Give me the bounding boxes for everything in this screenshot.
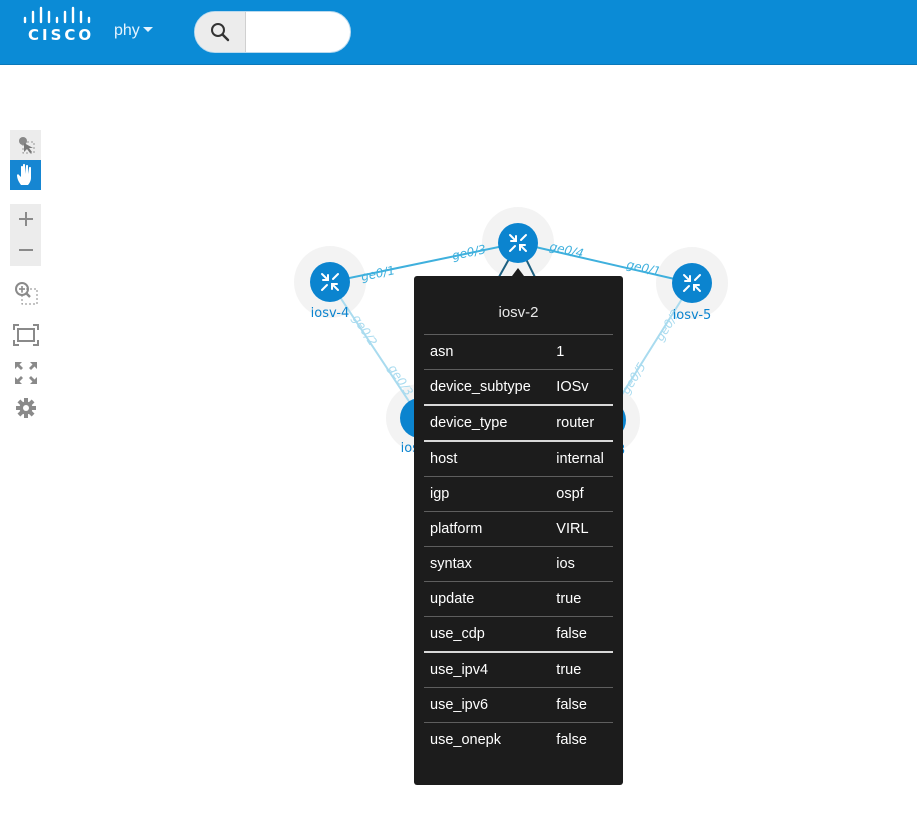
router-icon (310, 262, 350, 302)
node-tooltip: iosv-2 asn 1 device_subtype IOSv device_ty… (414, 268, 623, 785)
property-value: VIRL (548, 511, 613, 547)
property-row: asn 1 (424, 334, 613, 370)
brand-wordmark: CISCO (28, 26, 95, 44)
property-row: device_type router (424, 404, 613, 441)
tooltip-title: iosv-2 (498, 304, 539, 321)
iface-label: ge0/4 (548, 239, 585, 260)
property-key: use_ipv6 (424, 687, 549, 723)
property-value: internal (548, 440, 613, 477)
property-value: ospf (548, 476, 613, 512)
property-value: false (548, 722, 613, 757)
property-row: host internal (424, 440, 613, 477)
property-key: host (424, 440, 549, 477)
property-value: ios (548, 546, 613, 582)
property-key: use_cdp (424, 616, 549, 652)
property-key: asn (424, 334, 549, 370)
search-icon (211, 23, 230, 42)
properties-table: asn 1 device_subtype IOSv device_type route… (424, 334, 613, 757)
property-row: use_cdp false (424, 616, 613, 652)
property-value: router (548, 404, 613, 441)
node-iosv-4[interactable]: iosv-4 (310, 262, 350, 321)
search-button[interactable] (195, 12, 246, 52)
node-label: iosv-5 (673, 308, 712, 323)
node-label: iosv-4 (311, 306, 350, 321)
property-key: igp (424, 476, 549, 512)
caret-down-icon (142, 27, 153, 32)
router-icon (672, 263, 712, 303)
property-value: true (548, 651, 613, 688)
node-iosv-5[interactable]: iosv-5 (672, 263, 712, 323)
top-bar: CISCO phy (0, 0, 917, 65)
property-row: use_ipv6 false (424, 687, 613, 723)
property-value: false (548, 616, 613, 652)
router-icon (498, 223, 538, 263)
property-row: igp ospf (424, 476, 613, 512)
property-key: device_subtype (424, 369, 549, 405)
property-row: platform VIRL (424, 511, 613, 547)
property-value: 1 (548, 334, 613, 370)
property-row: update true (424, 581, 613, 617)
property-key: platform (424, 511, 549, 547)
iface-label: ge0/3 (385, 362, 415, 398)
iface-label: ge0/1 (360, 263, 396, 284)
property-row: use_onepk false (424, 722, 613, 757)
property-key: update (424, 581, 549, 617)
iface-label: ge0/5 (619, 360, 649, 397)
property-value: IOSv (548, 369, 613, 405)
property-key: syntax (424, 546, 549, 582)
iface-label: ge0/3 (451, 242, 487, 263)
property-key: use_ipv4 (424, 651, 549, 688)
iface-label: ge0/2 (349, 312, 379, 348)
tooltip-arrow (512, 268, 524, 276)
search-box (194, 11, 351, 53)
link-iosv4-iosv1[interactable] (329, 281, 421, 419)
topology-selector-label: phy (114, 22, 140, 39)
iface-label: ge0/1 (625, 257, 662, 278)
property-row: device_subtype IOSv (424, 369, 613, 405)
property-row: use_ipv4 true (424, 651, 613, 688)
search-input[interactable] (246, 12, 350, 52)
property-key: device_type (424, 404, 549, 441)
topology-selector[interactable]: phy (114, 22, 153, 40)
node-iosv-2[interactable] (498, 223, 538, 263)
property-value: false (548, 687, 613, 723)
property-value: true (548, 581, 613, 617)
property-row: syntax ios (424, 546, 613, 582)
property-key: use_onepk (424, 722, 549, 757)
